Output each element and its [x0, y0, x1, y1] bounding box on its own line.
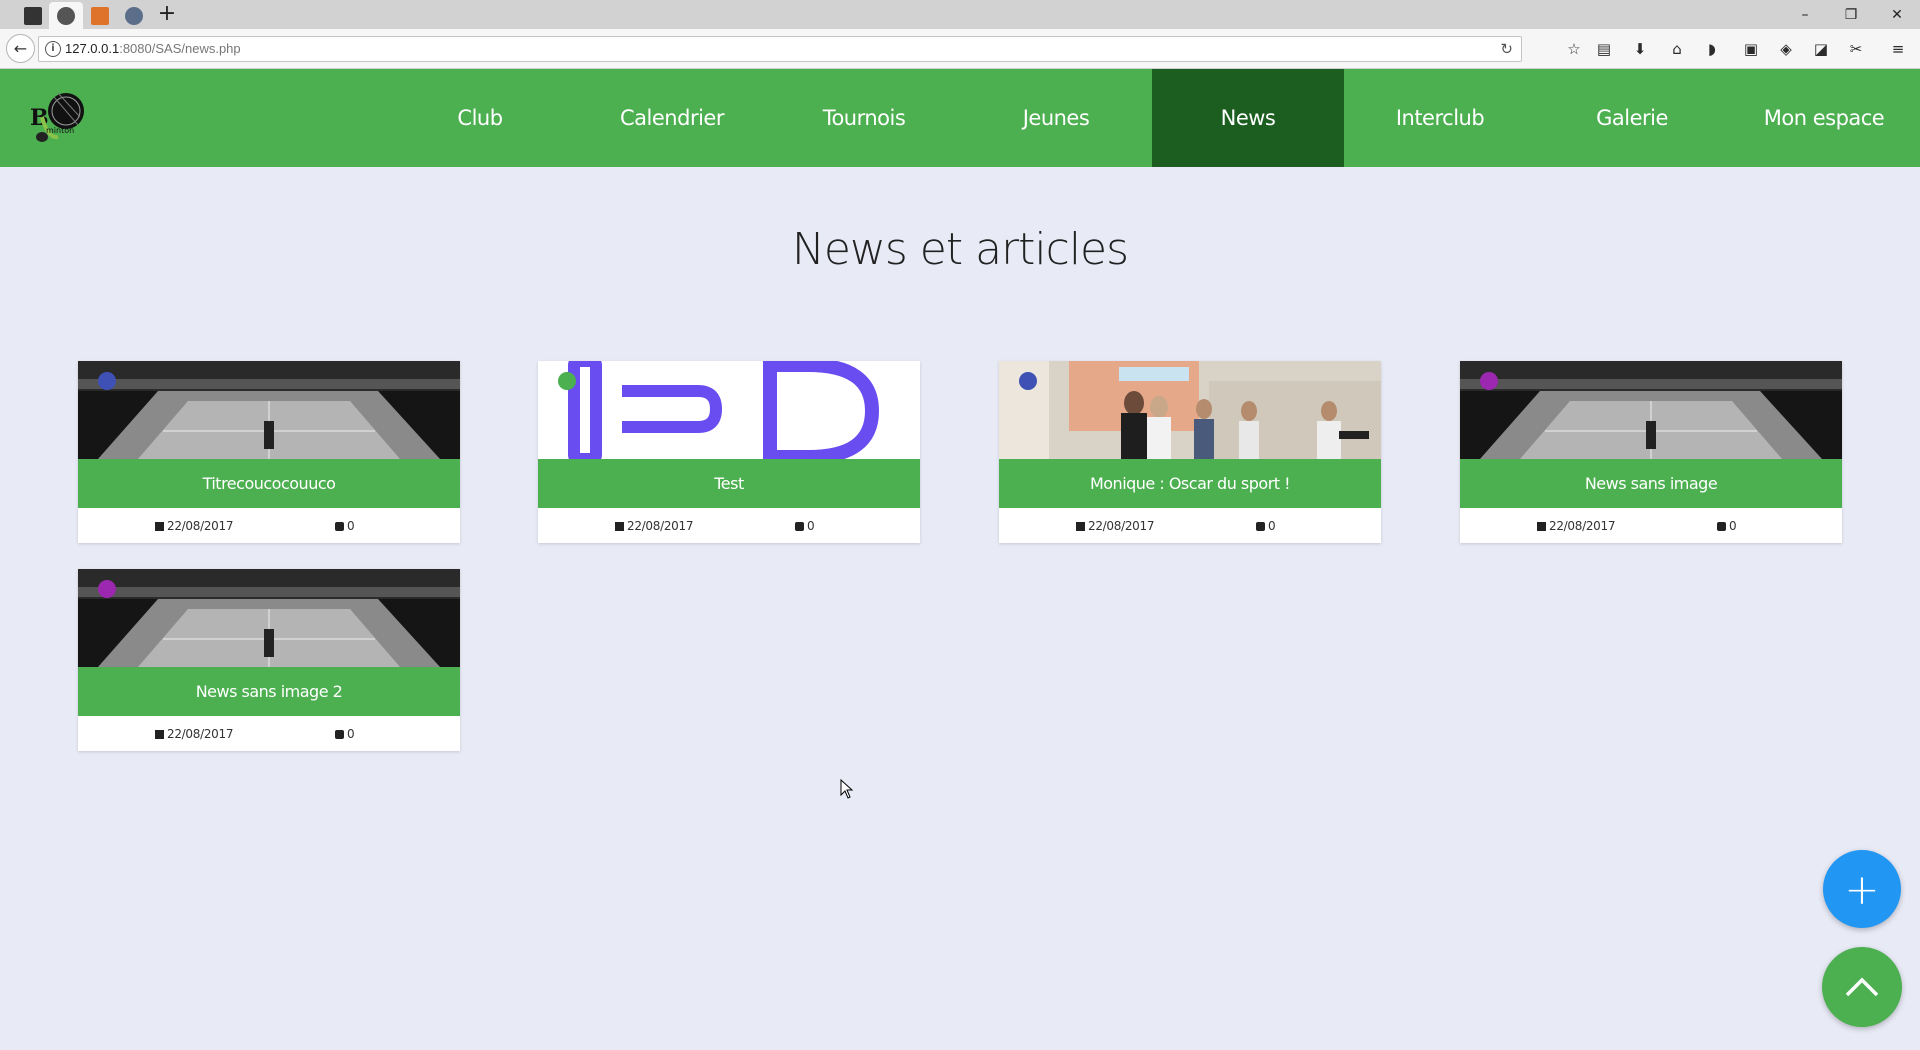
article-date: 22/08/2017 [155, 519, 233, 533]
category-dot [98, 580, 116, 598]
article-comments: 0 [335, 727, 355, 741]
page-title: News et articles [791, 224, 1129, 275]
chevron-up-icon [1845, 977, 1879, 997]
back-arrow-icon: ← [13, 39, 28, 58]
comment-icon [335, 522, 344, 531]
menu-item-calendrier[interactable]: Calendrier [576, 69, 768, 167]
article-comments: 0 [795, 519, 815, 533]
add-article-button[interactable]: + [1823, 850, 1901, 928]
browser-navigation-bar: ← i 127.0.0.1:8080/SAS/news.php ↻ ☆ ▤ ⬇ … [0, 29, 1920, 69]
globe-tab-icon [57, 6, 75, 25]
calendar-icon [615, 522, 624, 531]
article-comments: 0 [1717, 519, 1737, 533]
article-date: 22/08/2017 [615, 519, 693, 533]
calendar-icon [1537, 522, 1546, 531]
browser-tab-2-active[interactable] [49, 2, 83, 29]
category-dot [98, 372, 116, 390]
browser-tab-3[interactable] [83, 2, 117, 29]
reload-icon[interactable]: ↻ [1500, 40, 1513, 58]
browser-tab-4[interactable] [117, 2, 151, 29]
article-card[interactable]: Test 22/08/2017 0 [538, 361, 920, 543]
pma-tab-icon [91, 6, 109, 25]
menu-item-galerie[interactable]: Galerie [1536, 69, 1728, 167]
category-dot [558, 372, 576, 390]
menu-item-tournois[interactable]: Tournois [768, 69, 960, 167]
article-comments: 0 [335, 519, 355, 533]
article-meta: 22/08/2017 0 [1460, 508, 1842, 543]
article-meta: 22/08/2017 0 [999, 508, 1381, 543]
calendar-icon [1076, 522, 1085, 531]
category-dot [1019, 372, 1037, 390]
shield-icon[interactable]: ◈ [1776, 39, 1796, 59]
comment-icon [1717, 522, 1726, 531]
article-card[interactable]: Titrecoucocouuco 22/08/2017 0 [78, 361, 460, 543]
bookmark-star-icon[interactable]: ☆ [1564, 39, 1584, 59]
restore-button[interactable]: ❐ [1828, 0, 1874, 29]
pocket-icon[interactable]: ◗ [1702, 39, 1722, 59]
comment-icon [795, 522, 804, 531]
mouse-cursor-icon [840, 779, 854, 799]
new-tab-button[interactable]: + [156, 3, 178, 26]
media-tab-icon [24, 6, 42, 25]
close-window-button[interactable]: ✕ [1874, 0, 1920, 29]
article-comments: 0 [1256, 519, 1276, 533]
badminton-logo[interactable]: B minton [28, 87, 88, 145]
menu-item-news[interactable]: News [1152, 69, 1344, 167]
article-image-arena [78, 569, 460, 667]
article-meta: 22/08/2017 0 [538, 508, 920, 543]
download-icon[interactable]: ⬇ [1630, 39, 1650, 59]
article-date: 22/08/2017 [1076, 519, 1154, 533]
minimize-button[interactable]: – [1782, 0, 1828, 29]
address-bar[interactable]: i 127.0.0.1:8080/SAS/news.php ↻ [38, 36, 1522, 62]
screenshot-tool-icon[interactable]: ✂ [1846, 39, 1866, 59]
article-image-arena [1460, 361, 1842, 459]
article-meta: 22/08/2017 0 [78, 508, 460, 543]
article-date: 22/08/2017 [155, 727, 233, 741]
scroll-to-top-button[interactable] [1822, 947, 1902, 1027]
calendar-icon [155, 730, 164, 739]
home-icon[interactable]: ⌂ [1667, 39, 1687, 59]
plus-icon: + [1844, 864, 1880, 914]
menu-item-jeunes[interactable]: Jeunes [960, 69, 1152, 167]
menu-item-interclub[interactable]: Interclub [1344, 69, 1536, 167]
browser-tab-1[interactable] [16, 2, 50, 29]
article-title[interactable]: News sans image 2 [78, 667, 460, 716]
main-menu: Club Calendrier Tournois Jeunes News Int… [384, 69, 1920, 167]
article-title[interactable]: Test [538, 459, 920, 508]
menu-item-club[interactable]: Club [384, 69, 576, 167]
reading-list-icon[interactable]: ▤ [1594, 39, 1614, 59]
svg-text:minton: minton [46, 126, 74, 135]
site-info-icon[interactable]: i [45, 41, 61, 57]
category-dot [1480, 372, 1498, 390]
article-image-photo [999, 361, 1381, 459]
comment-icon [335, 730, 344, 739]
comment-icon [1256, 522, 1265, 531]
article-image-logo [538, 361, 920, 459]
article-title[interactable]: Monique : Oscar du sport ! [999, 459, 1381, 508]
browser-tab-strip: + – ❐ ✕ [0, 0, 1920, 29]
article-date: 22/08/2017 [1537, 519, 1615, 533]
chart-extension-icon[interactable]: ◪ [1811, 39, 1831, 59]
calendar-icon [155, 522, 164, 531]
article-image-arena [78, 361, 460, 459]
article-card[interactable]: News sans image 22/08/2017 0 [1460, 361, 1842, 543]
back-button[interactable]: ← [6, 34, 35, 63]
menu-item-mon-espace[interactable]: Mon espace [1728, 69, 1920, 167]
article-card[interactable]: Monique : Oscar du sport ! 22/08/2017 0 [999, 361, 1381, 543]
extension-badge-icon[interactable]: ▣ [1741, 39, 1761, 59]
hamburger-menu-icon[interactable]: ≡ [1888, 39, 1908, 59]
article-card[interactable]: News sans image 2 22/08/2017 0 [78, 569, 460, 751]
url-text: 127.0.0.1:8080/SAS/news.php [65, 41, 241, 56]
article-meta: 22/08/2017 0 [78, 716, 460, 751]
article-title[interactable]: News sans image [1460, 459, 1842, 508]
site-header: B minton Club Calendrier Tournois Jeunes… [0, 69, 1920, 167]
article-title[interactable]: Titrecoucocouuco [78, 459, 460, 508]
gear-tab-icon [125, 6, 143, 25]
